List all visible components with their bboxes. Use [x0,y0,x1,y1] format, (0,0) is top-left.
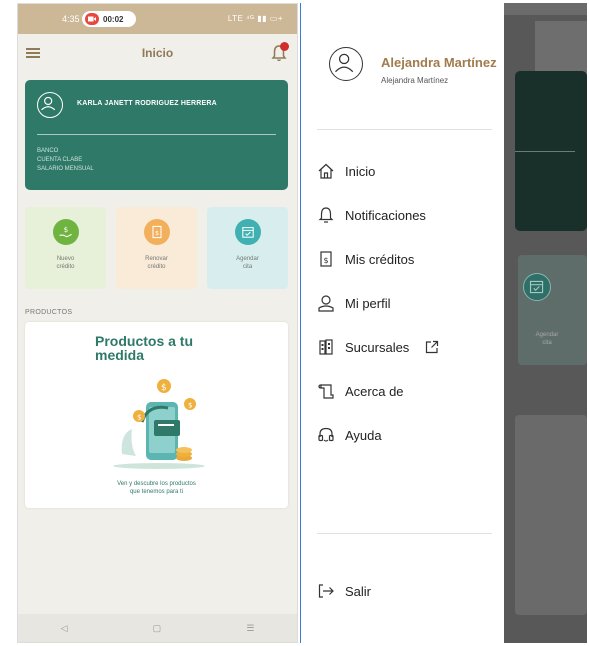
svg-text:$: $ [63,225,68,234]
bank-label: BANCO [37,148,59,154]
home-square-icon[interactable]: ▢ [153,623,162,634]
video-camera-icon [85,13,99,25]
user-avatar-icon [37,92,63,118]
profile-subtitle: Alejandra Martínez [381,76,449,85]
navigation-drawer: Alejandra Martínez Alejandra Martínez In… [300,3,504,643]
logout-button[interactable]: Salir [317,581,371,601]
menu-label: Acerca de [345,383,404,399]
menu-label: Sucursales [345,339,410,355]
building-icon [317,338,335,356]
notification-bell-icon[interactable] [271,42,289,62]
logout-icon [317,582,335,600]
svg-text:$: $ [161,383,167,393]
quick-action-label: Renovar crédito [145,256,168,270]
menu-item-sucursales[interactable]: Sucursales [317,337,439,357]
dimmed-products-card [515,415,587,615]
svg-text:$: $ [188,402,192,410]
hand-money-icon: $ [52,219,79,245]
quick-action-new-credit[interactable]: $ Nuevo crédito [25,207,106,289]
menu-label: Mi perfil [345,295,391,311]
status-time: 4:35 [62,14,80,24]
quick-action-schedule[interactable]: Agendar cita [207,207,288,289]
calendar-check-icon [234,219,261,245]
document-money-icon: $ [143,219,170,245]
home-icon [317,162,335,180]
signal-battery-status: LTE ⁴ᴳ ▮▮ ▭+ [227,14,283,23]
profile-name: Alejandra Martínez [381,55,497,70]
user-avatar-icon[interactable] [329,47,363,81]
dimmed-status-strip [504,3,587,15]
divider [317,533,492,534]
menu-item-mi-perfil[interactable]: Mi perfil [317,293,391,313]
menu-item-ayuda[interactable]: Ayuda [317,425,382,445]
section-label: PRODUCTOS [25,309,73,316]
banner-title: Productos a tu medida [95,333,194,363]
dimmed-divider [515,151,575,152]
quick-action-renew-credit[interactable]: $ Renovar crédito [116,207,197,289]
menu-item-inicio[interactable]: Inicio [317,161,375,181]
scroll-icon [317,382,335,400]
back-icon[interactable]: ◁ [61,623,68,634]
bell-icon [317,206,335,224]
menu-label: Inicio [345,163,376,179]
calendar-check-icon [523,273,551,301]
account-card[interactable]: KARLA JANETT RODRIGUEZ HERRERA BANCO CUE… [25,80,288,190]
dimmed-quick-action [518,255,587,365]
divider [37,134,276,135]
products-banner[interactable]: Productos a tu medida $ $ $ Ven y descub… [25,322,288,508]
divider [317,129,492,130]
quick-actions: $ Nuevo crédito $ Renovar crédito Agenda… [25,207,288,289]
home-screen: 4:35 00:02 LTE ⁴ᴳ ▮▮ ▭+ Inicio KARLA JAN… [17,3,298,643]
app-header: Inicio [18,34,297,74]
headset-icon [317,426,335,444]
menu-item-notificaciones[interactable]: Notificaciones [317,205,426,225]
svg-text:$: $ [324,256,329,265]
menu-item-acerca-de[interactable]: Acerca de [317,381,404,401]
system-nav-bar: ◁ ▢ ☰ [18,614,297,642]
screen-recording-indicator[interactable]: 00:02 [82,11,136,27]
menu-label: Notificaciones [345,207,426,223]
logout-label: Salir [345,583,372,599]
credit-document-icon: $ [317,250,335,268]
quick-action-label: Agendar cita [236,256,259,270]
page-title: Inicio [141,46,174,60]
external-link-icon [425,340,439,354]
menu-item-mis-creditos[interactable]: $ Mis créditos [317,249,414,269]
menu-label: Ayuda [345,427,382,443]
dimmed-quick-action-label: Agendar cita [535,332,559,346]
menu-label: Mis créditos [345,251,415,267]
quick-action-label: Nuevo crédito [56,256,75,270]
notification-badge [280,42,289,51]
status-bar: 4:35 00:02 LTE ⁴ᴳ ▮▮ ▭+ [18,4,297,34]
banner-caption: Ven y descubre los productos que tenemos… [117,481,196,495]
account-holder-name: KARLA JANETT RODRIGUEZ HERRERA [77,100,217,107]
screenshot-canvas: 4:35 00:02 LTE ⁴ᴳ ▮▮ ▭+ Inicio KARLA JAN… [0,0,589,646]
drawer-screen: Agendar cita Alejandra Martínez Alejandr… [300,3,587,643]
svg-text:$: $ [155,229,159,237]
person-icon [317,294,335,312]
clabe-label: CUENTA CLABE [37,157,83,163]
salary-label: SALARIO MENSUAL [37,166,94,172]
recording-time: 00:02 [103,14,124,24]
phone-coins-illustration: $ $ $ [102,374,217,474]
svg-text:$: $ [137,414,141,422]
account-details: BANCO CUENTA CLABE SALARIO MENSUAL [37,147,94,174]
recents-menu-icon[interactable]: ☰ [246,623,254,634]
